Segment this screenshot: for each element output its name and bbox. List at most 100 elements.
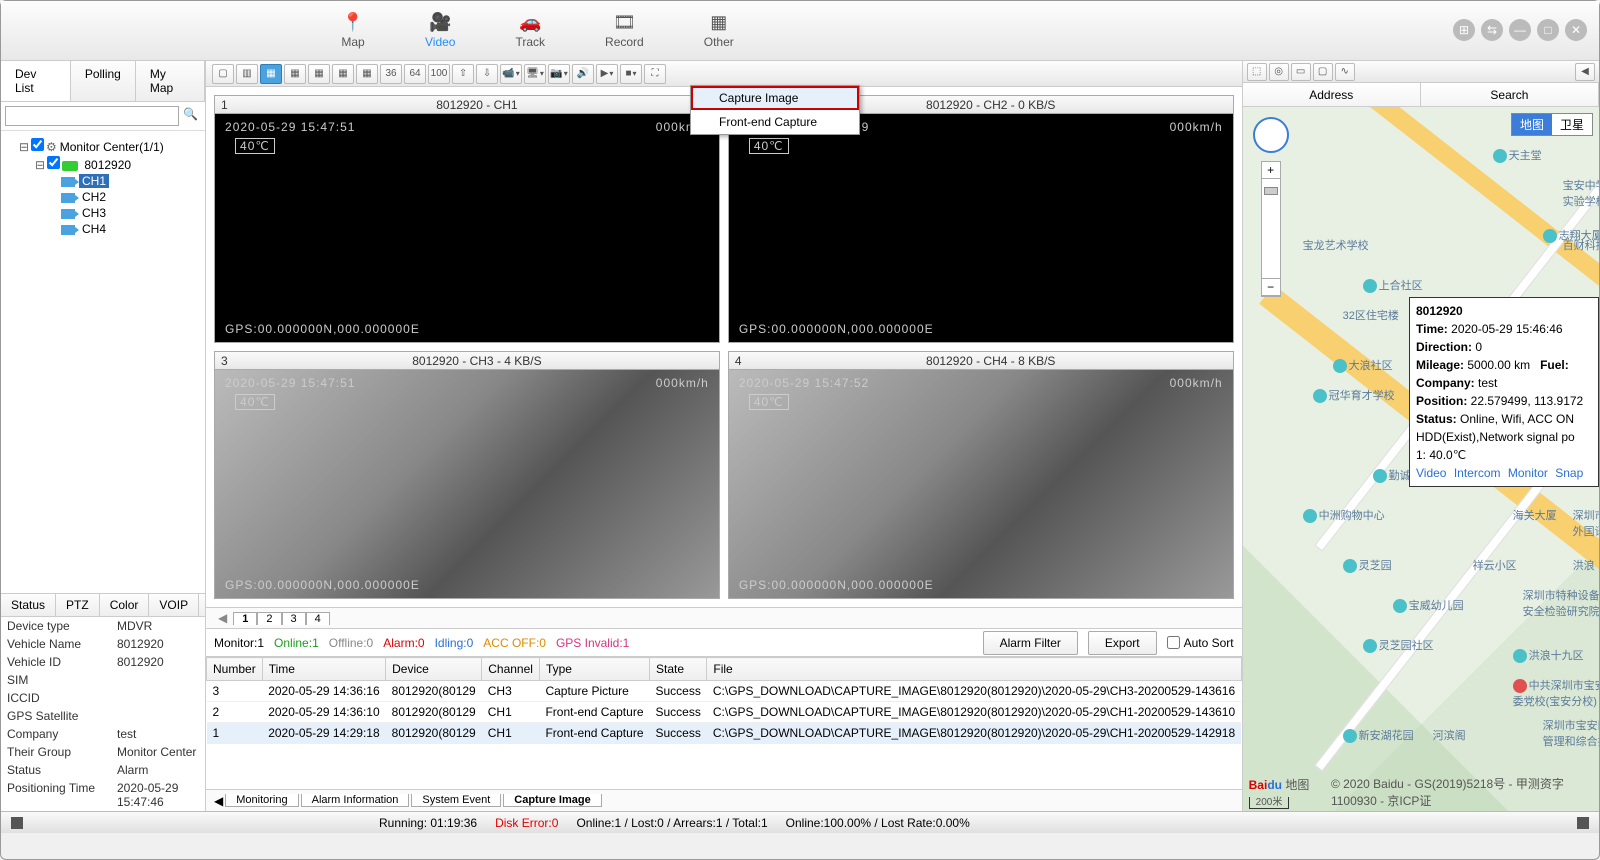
info-link-snap[interactable]: Snap bbox=[1555, 466, 1583, 480]
page-tab[interactable]: 3 bbox=[282, 612, 306, 625]
page-next-icon[interactable]: ⇩ bbox=[476, 64, 498, 84]
stop-dropdown[interactable]: ■ bbox=[620, 64, 642, 84]
layout-64-icon[interactable]: 64 bbox=[404, 64, 426, 84]
tree-root-checkbox[interactable] bbox=[31, 138, 44, 151]
map-tool-screen-icon[interactable]: ▭ bbox=[1291, 63, 1311, 81]
video-cell[interactable]: 48012920 - CH4 - 8 KB/S2020-05-29 15:47:… bbox=[728, 351, 1234, 599]
display-dropdown[interactable]: 🖥 bbox=[524, 64, 546, 84]
search-icon[interactable]: 🔍 bbox=[183, 107, 201, 125]
page-left-icon[interactable]: ◀ bbox=[214, 611, 231, 625]
window-minimize-icon[interactable]: — bbox=[1509, 19, 1531, 41]
tab-monitoring[interactable]: Monitoring bbox=[225, 794, 298, 807]
layout-100-icon[interactable]: 100 bbox=[428, 64, 450, 84]
tab-alarm-info[interactable]: Alarm Information bbox=[301, 794, 410, 807]
table-header[interactable]: Time bbox=[262, 658, 385, 681]
info-link-intercom[interactable]: Intercom bbox=[1454, 466, 1501, 480]
device-search-input[interactable] bbox=[5, 106, 179, 126]
sound-icon[interactable]: 🔊 bbox=[572, 64, 594, 84]
page-tab[interactable]: 2 bbox=[257, 612, 281, 625]
tree-device-label[interactable]: 8012920 bbox=[81, 158, 134, 172]
window-sync-icon[interactable]: ⇆ bbox=[1481, 19, 1503, 41]
tree-ch3[interactable]: CH3 bbox=[79, 206, 109, 220]
tree-device-checkbox[interactable] bbox=[47, 156, 60, 169]
tab-dev-list[interactable]: Dev List bbox=[1, 61, 71, 101]
video-cell[interactable]: 38012920 - CH3 - 4 KB/S2020-05-29 15:47:… bbox=[214, 351, 720, 599]
table-header[interactable]: File bbox=[707, 658, 1241, 681]
tree-ch2[interactable]: CH2 bbox=[79, 190, 109, 204]
footer-right-icon[interactable] bbox=[1577, 817, 1589, 829]
nav-record[interactable]: 🎞 Record bbox=[605, 13, 644, 49]
map-pan-control[interactable] bbox=[1253, 117, 1289, 153]
table-header[interactable]: Channel bbox=[482, 658, 540, 681]
window-apps-icon[interactable]: ⊞ bbox=[1453, 19, 1475, 41]
tree-root-label[interactable]: Monitor Center(1/1) bbox=[57, 140, 167, 154]
tree-ch1[interactable]: CH1 bbox=[79, 174, 109, 188]
info-link-video[interactable]: Video bbox=[1416, 466, 1446, 480]
map-canvas[interactable]: 天主堂 宝安中学集团实验学校 志翔大厦 宝龙艺术学校 百财科技园 上合社区 32… bbox=[1243, 107, 1599, 811]
layout-4-icon[interactable]: ▦ bbox=[260, 64, 282, 84]
table-header[interactable]: Number bbox=[207, 658, 263, 681]
play-dropdown[interactable]: ▶ bbox=[596, 64, 618, 84]
zoom-in-icon[interactable]: + bbox=[1262, 162, 1280, 179]
window-close-icon[interactable]: ✕ bbox=[1565, 19, 1587, 41]
map-layer-map[interactable]: 地图 bbox=[1512, 114, 1552, 135]
map-zoom-control[interactable]: + − bbox=[1261, 161, 1281, 297]
page-tab[interactable]: 1 bbox=[233, 612, 257, 625]
tab-ptz[interactable]: PTZ bbox=[56, 594, 100, 616]
map-collapse-icon[interactable]: ◀ bbox=[1575, 63, 1595, 81]
map-tool-link-icon[interactable]: ∿ bbox=[1335, 63, 1355, 81]
table-row[interactable]: 32020-05-29 14:36:168012920(80129CH3Capt… bbox=[207, 681, 1242, 702]
tab-my-map[interactable]: My Map bbox=[136, 61, 205, 101]
table-header[interactable]: Device bbox=[386, 658, 482, 681]
table-header[interactable]: State bbox=[650, 658, 707, 681]
map-layer-switch[interactable]: 地图 卫星 bbox=[1511, 113, 1593, 136]
table-header[interactable]: Type bbox=[539, 658, 649, 681]
layout-6-icon[interactable]: ▦ bbox=[284, 64, 306, 84]
map-tool-target-icon[interactable]: ◎ bbox=[1269, 63, 1289, 81]
layout-2-icon[interactable]: ▥ bbox=[236, 64, 258, 84]
layout-9-icon[interactable]: ▦ bbox=[332, 64, 354, 84]
auto-sort-checkbox[interactable]: Auto Sort bbox=[1167, 636, 1234, 650]
capture-dropdown[interactable]: 📷 bbox=[548, 64, 570, 84]
zoom-slider[interactable] bbox=[1264, 187, 1278, 195]
window-maximize-icon[interactable]: □ bbox=[1537, 19, 1559, 41]
bottom-tabs: ◀ Monitoring Alarm Information System Ev… bbox=[206, 789, 1242, 811]
tab-capture-image[interactable]: Capture Image bbox=[503, 794, 601, 807]
map-tool-window-icon[interactable]: ▢ bbox=[1313, 63, 1333, 81]
tabs-left-icon[interactable]: ◀ bbox=[214, 794, 223, 808]
zoom-out-icon[interactable]: − bbox=[1262, 279, 1280, 296]
nav-other[interactable]: ▦ Other bbox=[704, 13, 734, 49]
export-button[interactable]: Export bbox=[1088, 631, 1157, 655]
tab-color[interactable]: Color bbox=[100, 594, 150, 616]
map-tab-address[interactable]: Address bbox=[1243, 83, 1421, 106]
tree-ch4[interactable]: CH4 bbox=[79, 222, 109, 236]
layout-1-icon[interactable]: ▢ bbox=[212, 64, 234, 84]
fullscreen-icon[interactable]: ⛶ bbox=[644, 64, 666, 84]
map-tool-region-icon[interactable]: ⬚ bbox=[1247, 63, 1267, 81]
layout-36-icon[interactable]: 36 bbox=[380, 64, 402, 84]
layout-8-icon[interactable]: ▦ bbox=[308, 64, 330, 84]
layout-16-icon[interactable]: ▦ bbox=[356, 64, 378, 84]
map-tab-search[interactable]: Search bbox=[1421, 83, 1599, 106]
nav-video[interactable]: 🎥 Video bbox=[425, 13, 455, 49]
table-row[interactable]: 12020-05-29 14:29:188012920(80129CH1Fron… bbox=[207, 723, 1242, 744]
alarm-filter-button[interactable]: Alarm Filter bbox=[983, 631, 1078, 655]
map-pin-icon: 📍 bbox=[341, 13, 365, 33]
page-tab[interactable]: 4 bbox=[306, 612, 330, 625]
tab-voip[interactable]: VOIP bbox=[149, 594, 199, 616]
footer-left-icon[interactable] bbox=[11, 817, 23, 829]
page-prev-icon[interactable]: ⇧ bbox=[452, 64, 474, 84]
dev-info-row: Companytest bbox=[1, 725, 205, 743]
map-layer-satellite[interactable]: 卫星 bbox=[1552, 114, 1592, 135]
nav-track[interactable]: 🚗 Track bbox=[515, 13, 545, 49]
table-row[interactable]: 22020-05-29 14:36:108012920(80129CH1Fron… bbox=[207, 702, 1242, 723]
tab-status[interactable]: Status bbox=[1, 594, 56, 616]
tab-polling[interactable]: Polling bbox=[71, 61, 136, 101]
menu-capture-image[interactable]: Capture Image bbox=[691, 86, 859, 110]
stream-dropdown[interactable]: 📹 bbox=[500, 64, 522, 84]
video-cell[interactable]: 18012920 - CH12020-05-29 15:47:51000km/h… bbox=[214, 95, 720, 343]
nav-map[interactable]: 📍 Map bbox=[341, 13, 365, 49]
info-link-monitor[interactable]: Monitor bbox=[1508, 466, 1548, 480]
tab-system-event[interactable]: System Event bbox=[411, 794, 501, 807]
menu-front-end-capture[interactable]: Front-end Capture bbox=[691, 110, 859, 134]
